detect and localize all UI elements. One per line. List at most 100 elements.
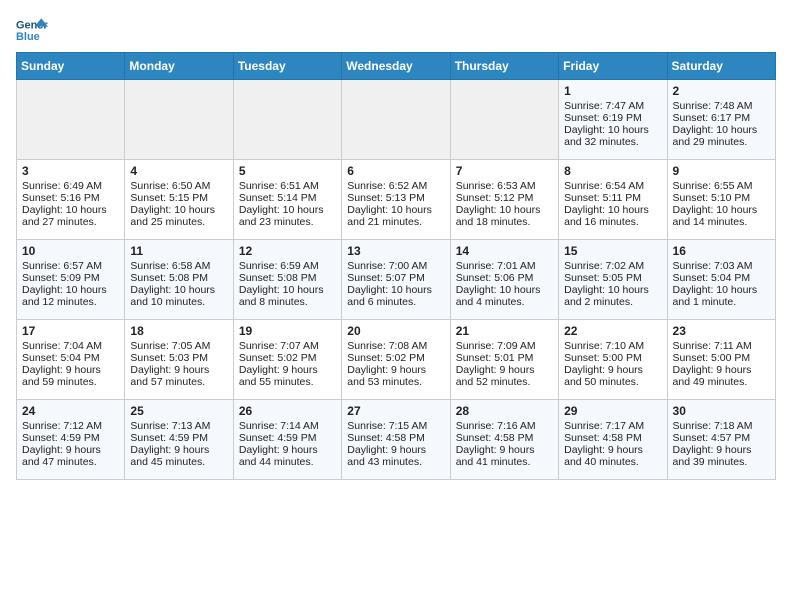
calendar-cell: 20Sunrise: 7:08 AMSunset: 5:02 PMDayligh… xyxy=(342,320,450,400)
sunset: Sunset: 5:02 PM xyxy=(347,352,425,364)
daylight: Daylight: 9 hours and 52 minutes. xyxy=(456,364,535,388)
calendar-cell: 14Sunrise: 7:01 AMSunset: 5:06 PMDayligh… xyxy=(450,240,558,320)
sunrise: Sunrise: 7:09 AM xyxy=(456,340,536,352)
day-number: 3 xyxy=(22,164,119,178)
sunrise: Sunrise: 6:50 AM xyxy=(130,180,210,192)
calendar-cell: 12Sunrise: 6:59 AMSunset: 5:08 PMDayligh… xyxy=(233,240,341,320)
day-header-saturday: Saturday xyxy=(667,53,775,80)
day-number: 11 xyxy=(130,244,227,258)
sunset: Sunset: 5:04 PM xyxy=(22,352,100,364)
sunrise: Sunrise: 7:02 AM xyxy=(564,260,644,272)
daylight: Daylight: 10 hours and 4 minutes. xyxy=(456,284,541,308)
sunrise: Sunrise: 7:05 AM xyxy=(130,340,210,352)
sunrise: Sunrise: 7:10 AM xyxy=(564,340,644,352)
sunset: Sunset: 5:01 PM xyxy=(456,352,534,364)
sunset: Sunset: 5:10 PM xyxy=(673,192,751,204)
day-number: 29 xyxy=(564,404,661,418)
calendar-body: 1Sunrise: 7:47 AMSunset: 6:19 PMDaylight… xyxy=(17,80,776,480)
day-number: 1 xyxy=(564,84,661,98)
sunrise: Sunrise: 6:58 AM xyxy=(130,260,210,272)
sunset: Sunset: 5:14 PM xyxy=(239,192,317,204)
day-number: 12 xyxy=(239,244,336,258)
day-number: 10 xyxy=(22,244,119,258)
day-number: 21 xyxy=(456,324,553,338)
sunrise: Sunrise: 6:57 AM xyxy=(22,260,102,272)
calendar-week-3: 10Sunrise: 6:57 AMSunset: 5:09 PMDayligh… xyxy=(17,240,776,320)
calendar-cell: 29Sunrise: 7:17 AMSunset: 4:58 PMDayligh… xyxy=(559,400,667,480)
calendar-cell: 27Sunrise: 7:15 AMSunset: 4:58 PMDayligh… xyxy=(342,400,450,480)
sunset: Sunset: 4:58 PM xyxy=(347,432,425,444)
daylight: Daylight: 9 hours and 57 minutes. xyxy=(130,364,209,388)
calendar-week-1: 1Sunrise: 7:47 AMSunset: 6:19 PMDaylight… xyxy=(17,80,776,160)
logo: General Blue xyxy=(16,16,48,44)
daylight: Daylight: 10 hours and 6 minutes. xyxy=(347,284,432,308)
sunrise: Sunrise: 7:48 AM xyxy=(673,100,753,112)
day-header-friday: Friday xyxy=(559,53,667,80)
sunrise: Sunrise: 7:01 AM xyxy=(456,260,536,272)
calendar-table: SundayMondayTuesdayWednesdayThursdayFrid… xyxy=(16,52,776,480)
sunset: Sunset: 5:11 PM xyxy=(564,192,641,204)
day-number: 30 xyxy=(673,404,770,418)
daylight: Daylight: 9 hours and 41 minutes. xyxy=(456,444,535,468)
sunrise: Sunrise: 7:12 AM xyxy=(22,420,102,432)
sunrise: Sunrise: 7:18 AM xyxy=(673,420,753,432)
sunset: Sunset: 5:09 PM xyxy=(22,272,100,284)
day-number: 9 xyxy=(673,164,770,178)
sunset: Sunset: 5:07 PM xyxy=(347,272,425,284)
day-number: 17 xyxy=(22,324,119,338)
day-number: 6 xyxy=(347,164,444,178)
sunrise: Sunrise: 7:08 AM xyxy=(347,340,427,352)
day-number: 28 xyxy=(456,404,553,418)
daylight: Daylight: 9 hours and 43 minutes. xyxy=(347,444,426,468)
sunset: Sunset: 5:06 PM xyxy=(456,272,534,284)
calendar-week-4: 17 Sunrise: 7:04 AMSunset: 5:04 PM Dayligh… xyxy=(17,320,776,400)
sunset: Sunset: 5:16 PM xyxy=(22,192,100,204)
calendar-cell: 26Sunrise: 7:14 AMSunset: 4:59 PMDayligh… xyxy=(233,400,341,480)
sunset: Sunset: 4:58 PM xyxy=(456,432,534,444)
daylight: Daylight: 10 hours and 12 minutes. xyxy=(22,284,107,308)
daylight: Daylight: 9 hours and 39 minutes. xyxy=(673,444,752,468)
sunset: Sunset: 5:05 PM xyxy=(564,272,642,284)
sunset: Sunset: 5:02 PM xyxy=(239,352,317,364)
calendar-cell xyxy=(342,80,450,160)
calendar-week-5: 24Sunrise: 7:12 AMSunset: 4:59 PMDayligh… xyxy=(17,400,776,480)
daylight: Daylight: 10 hours and 23 minutes. xyxy=(239,204,324,228)
daylight: Daylight: 9 hours and 47 minutes. xyxy=(22,444,101,468)
daylight: Daylight: 9 hours and 53 minutes. xyxy=(347,364,426,388)
daylight: Daylight: 9 hours and 49 minutes. xyxy=(673,364,752,388)
calendar-cell xyxy=(233,80,341,160)
calendar-cell: 9Sunrise: 6:55 AMSunset: 5:10 PMDaylight… xyxy=(667,160,775,240)
page-header: General Blue xyxy=(16,16,776,44)
sunset: Sunset: 5:04 PM xyxy=(673,272,751,284)
sunset: Sunset: 5:12 PM xyxy=(456,192,534,204)
daylight: Daylight: 9 hours and 40 minutes. xyxy=(564,444,643,468)
day-number: 23 xyxy=(673,324,770,338)
daylight: Daylight: 9 hours and 50 minutes. xyxy=(564,364,643,388)
calendar-cell: 13 Sunrise: 7:00 AMSunset: 5:07 PMDayligh… xyxy=(342,240,450,320)
sunrise: Sunrise: 6:54 AM xyxy=(564,180,644,192)
day-number: 2 xyxy=(673,84,770,98)
sunrise: Sunrise: 7:16 AM xyxy=(456,420,536,432)
sunset: Sunset: 5:08 PM xyxy=(239,272,317,284)
daylight: Daylight: 9 hours and 45 minutes. xyxy=(130,444,209,468)
calendar-cell: 25Sunrise: 7:13 AMSunset: 4:59 PMDayligh… xyxy=(125,400,233,480)
calendar-cell: 30Sunrise: 7:18 AMSunset: 4:57 PMDayligh… xyxy=(667,400,775,480)
sunrise: Sunrise: 7:47 AM xyxy=(564,100,644,112)
daylight: Daylight: 10 hours and 2 minutes. xyxy=(564,284,649,308)
sunrise: Sunrise: 7:04 AM xyxy=(22,340,102,352)
day-header-wednesday: Wednesday xyxy=(342,53,450,80)
calendar-cell: 8Sunrise: 6:54 AMSunset: 5:11 PMDaylight… xyxy=(559,160,667,240)
calendar-cell: 22Sunrise: 7:10 AMSunset: 5:00 PMDayligh… xyxy=(559,320,667,400)
day-number: 26 xyxy=(239,404,336,418)
day-header-monday: Monday xyxy=(125,53,233,80)
day-number: 24 xyxy=(22,404,119,418)
calendar-cell: 4Sunrise: 6:50 AMSunset: 5:15 PMDaylight… xyxy=(125,160,233,240)
sunrise: Sunrise: 7:00 AM xyxy=(347,260,427,272)
calendar-week-2: 3Sunrise: 6:49 AMSunset: 5:16 PMDaylight… xyxy=(17,160,776,240)
sunrise: Sunrise: 6:53 AM xyxy=(456,180,536,192)
daylight: Daylight: 10 hours and 8 minutes. xyxy=(239,284,324,308)
daylight: Daylight: 10 hours and 21 minutes. xyxy=(347,204,432,228)
sunrise: Sunrise: 7:11 AM xyxy=(673,340,752,352)
day-number: 13 xyxy=(347,244,444,258)
calendar-cell: 28 Sunrise: 7:16 AMSunset: 4:58 PMDayligh… xyxy=(450,400,558,480)
